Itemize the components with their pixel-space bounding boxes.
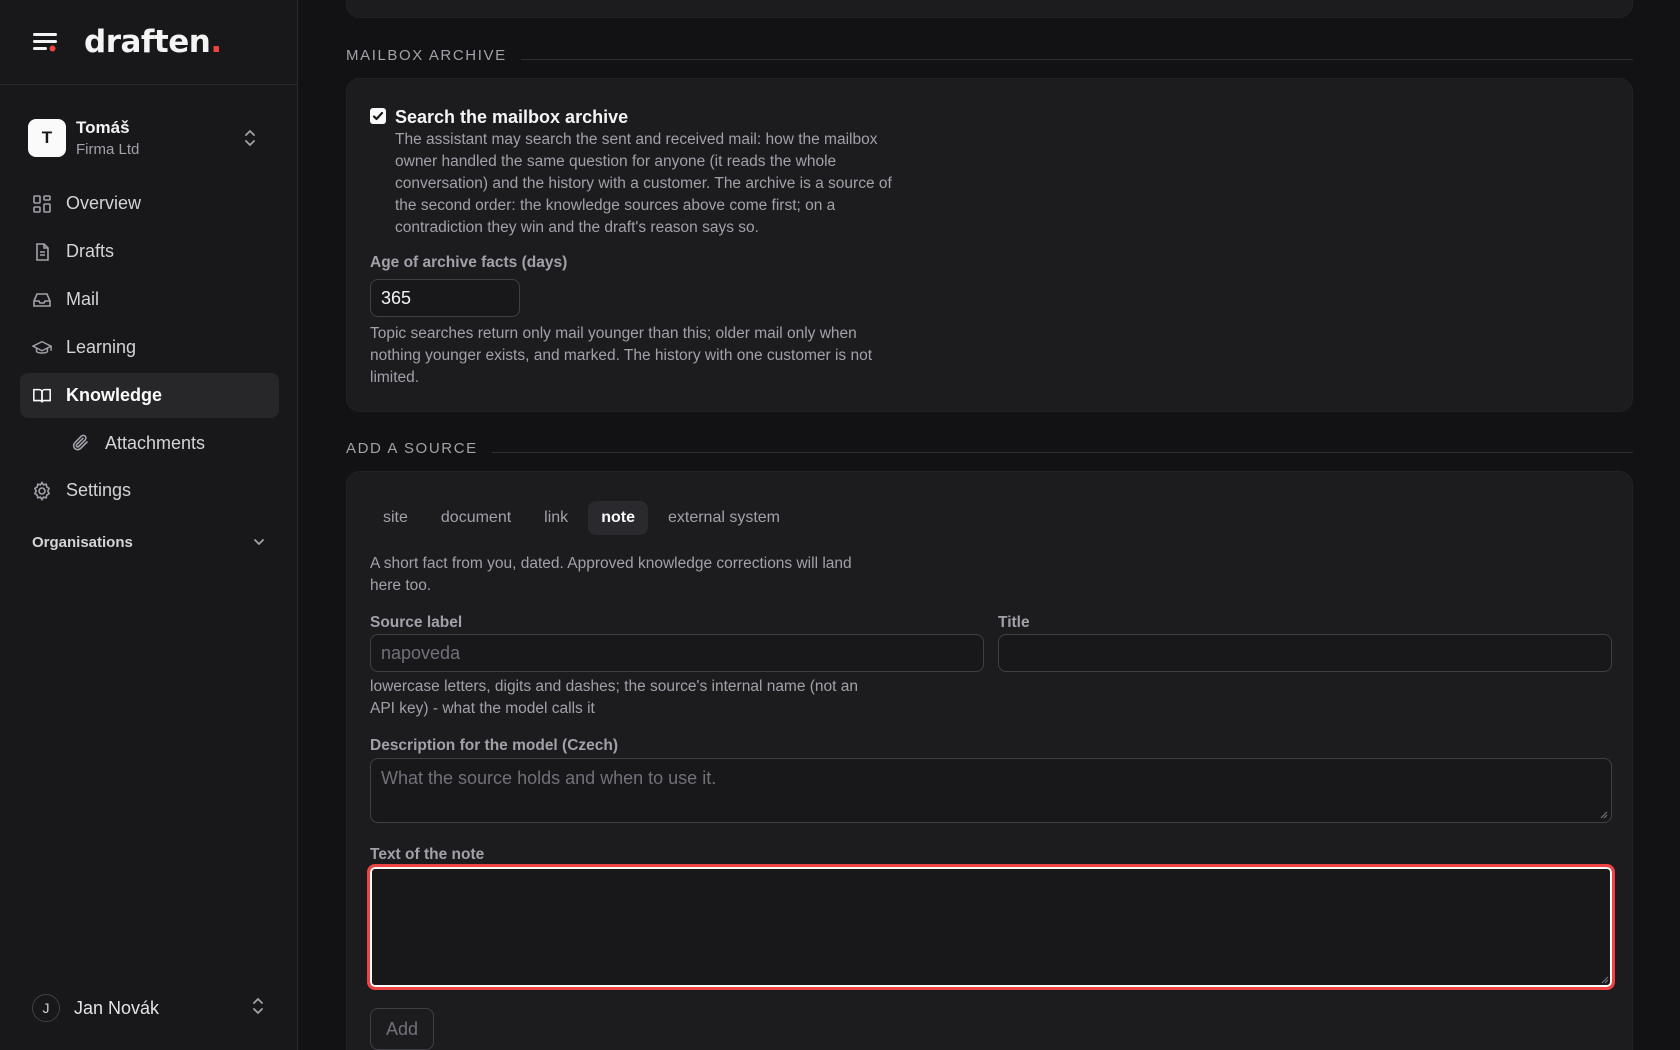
title-label: Title: [998, 614, 1030, 631]
tab-external-system[interactable]: external system: [655, 501, 793, 535]
paperclip-icon: [71, 433, 91, 453]
org-company-name: Firma Ltd: [76, 141, 140, 158]
description-placeholder: What the source holds and when to use it…: [381, 768, 717, 788]
nav-item-mail[interactable]: Mail: [20, 277, 279, 322]
age-label: Age of archive facts (days): [370, 254, 568, 271]
org-user-name: Tomáš: [76, 118, 130, 137]
chevrons-up-down-icon: [250, 996, 266, 1021]
grid-icon: [32, 194, 52, 214]
description-label: Description for the model (Czech): [370, 737, 619, 754]
add-source-card: site document link note external system …: [346, 471, 1633, 1050]
nav-label: Mail: [66, 289, 100, 309]
nav-item-settings[interactable]: Settings: [20, 468, 279, 513]
archive-age-input[interactable]: 365: [370, 279, 520, 317]
note-text-textarea[interactable]: [367, 864, 1615, 990]
main-content: MAILBOX ARCHIVE Search the mailbox archi…: [298, 0, 1680, 1050]
age-help: Topic searches return only mail younger …: [370, 325, 873, 386]
nav-label: Attachments: [105, 432, 206, 453]
nav-item-knowledge[interactable]: Knowledge: [20, 373, 279, 418]
title-input[interactable]: [998, 634, 1612, 672]
chevrons-up-down-icon: [242, 128, 258, 153]
nav-label: Settings: [66, 480, 132, 500]
nav-label: Learning: [66, 337, 137, 357]
organisation-switcher[interactable]: T Tomáš Firma Ltd: [28, 116, 270, 160]
checkmark-icon: [372, 111, 384, 121]
menu-icon[interactable]: [32, 28, 60, 56]
sidebar: draften. T Tomáš Firma Ltd Overview Draf…: [0, 0, 298, 1050]
app-logo[interactable]: draften.: [84, 24, 222, 60]
tab-site[interactable]: site: [370, 501, 421, 535]
nav-label: Knowledge: [66, 385, 163, 405]
nav-item-overview[interactable]: Overview: [20, 181, 279, 226]
brand-bar: draften.: [0, 0, 297, 85]
user-name: Jan Novák: [74, 997, 160, 1018]
resize-grip-icon[interactable]: [1600, 975, 1609, 984]
main-nav: Overview Drafts Mail Learning Knowledge: [20, 181, 279, 516]
archive-description: The assistant may search the sent and re…: [395, 131, 892, 236]
source-label-label: Source label: [370, 614, 463, 631]
user-menu[interactable]: J Jan Novák: [32, 994, 266, 1022]
tab-note[interactable]: note: [588, 501, 648, 535]
org-avatar: T: [28, 119, 66, 157]
add-button[interactable]: Add: [370, 1008, 434, 1050]
previous-card: [346, 0, 1633, 18]
search-archive-checkbox[interactable]: [370, 108, 386, 124]
description-textarea[interactable]: What the source holds and when to use it…: [370, 758, 1612, 823]
nav-item-attachments[interactable]: Attachments: [20, 421, 279, 465]
tab-description: A short fact from you, dated. Approved k…: [370, 555, 852, 594]
inbox-icon: [32, 290, 52, 310]
tab-link[interactable]: link: [531, 501, 581, 535]
tab-document[interactable]: document: [428, 501, 524, 535]
search-archive-label[interactable]: Search the mailbox archive: [395, 107, 628, 127]
book-open-icon: [32, 386, 52, 406]
source-type-tabs: site document link note external system: [370, 501, 800, 535]
graduation-cap-icon: [32, 338, 52, 358]
document-icon: [32, 242, 52, 262]
organisations-label: Organisations: [32, 533, 133, 551]
nav-label: Drafts: [66, 241, 115, 261]
avatar: J: [32, 994, 60, 1022]
resize-grip-icon[interactable]: [1599, 810, 1608, 819]
chevron-down-icon: [252, 534, 266, 551]
note-text-label: Text of the note: [370, 846, 485, 863]
organisations-toggle[interactable]: Organisations: [32, 530, 266, 554]
nav-item-learning[interactable]: Learning: [20, 325, 279, 370]
gear-icon: [32, 480, 52, 501]
source-label-help: lowercase letters, digits and dashes; th…: [370, 678, 859, 717]
section-title-mailbox-archive: MAILBOX ARCHIVE: [346, 47, 1633, 64]
section-title-add-source: ADD A SOURCE: [346, 440, 1633, 457]
source-label-input[interactable]: napoveda: [370, 634, 984, 672]
mailbox-archive-card: Search the mailbox archive The assistant…: [346, 78, 1633, 412]
nav-item-drafts[interactable]: Drafts: [20, 229, 279, 274]
nav-label: Overview: [66, 193, 142, 213]
